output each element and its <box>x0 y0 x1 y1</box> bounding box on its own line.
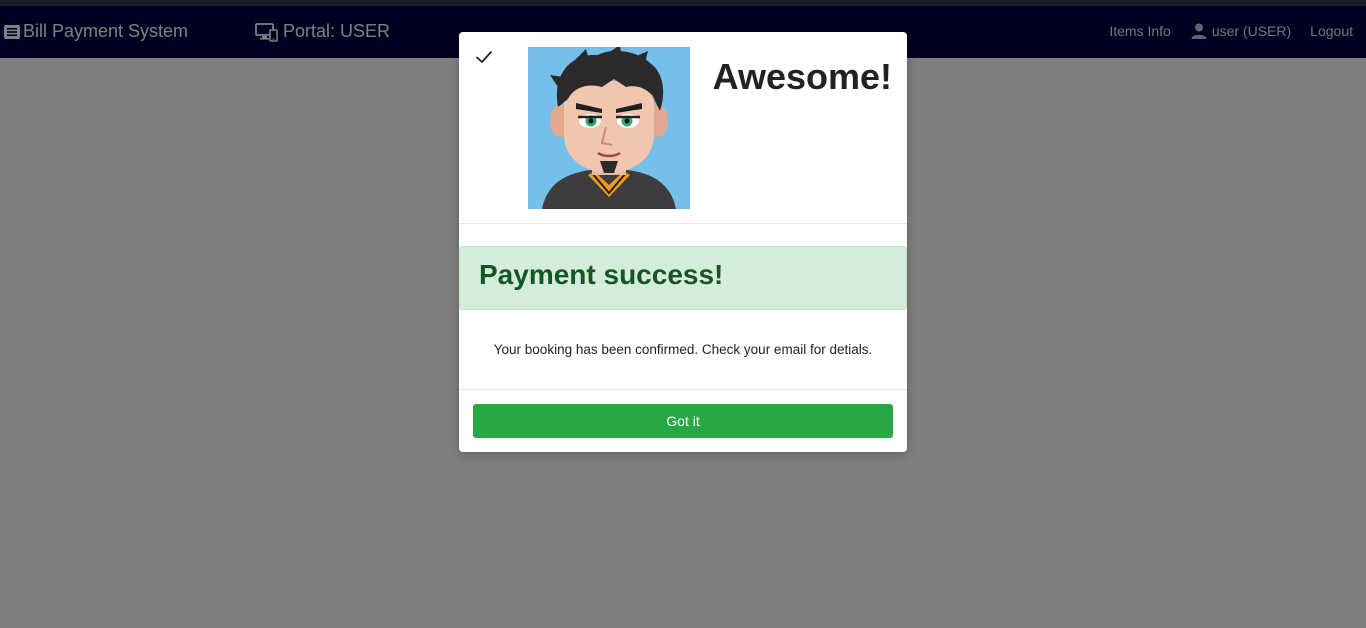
footer-divider <box>459 389 907 390</box>
confirmation-message: Your booking has been confirmed. Check y… <box>493 342 873 357</box>
header-divider <box>459 223 907 224</box>
payment-success-modal: Awesome! Payment success! Your booking h… <box>459 32 907 452</box>
checkmark-icon <box>475 48 493 66</box>
got-it-button[interactable]: Got it <box>473 404 893 438</box>
alert-text: Payment success! <box>479 259 724 290</box>
avatar <box>528 47 690 209</box>
success-alert: Payment success! <box>459 246 907 310</box>
modal-heading: Awesome! <box>712 56 892 97</box>
